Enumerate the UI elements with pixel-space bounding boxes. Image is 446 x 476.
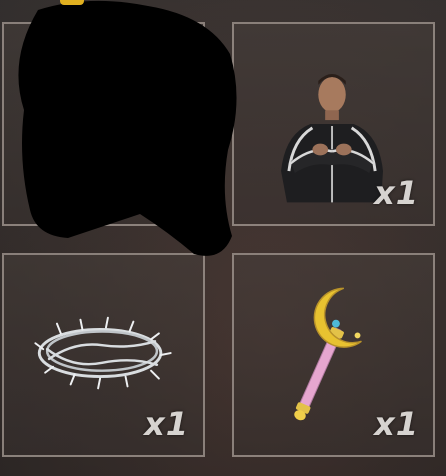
item-quantity: x1 — [144, 405, 189, 443]
inventory-slot-2[interactable]: x1 — [232, 22, 435, 226]
inventory-slot-3[interactable]: x1 — [2, 253, 205, 457]
inventory-slot-4[interactable]: x1 — [232, 253, 435, 457]
item-quantity: x1 — [374, 174, 419, 212]
item-glint — [60, 0, 84, 5]
redaction-overlay — [18, 0, 237, 256]
item-quantity: x1 — [374, 405, 419, 443]
